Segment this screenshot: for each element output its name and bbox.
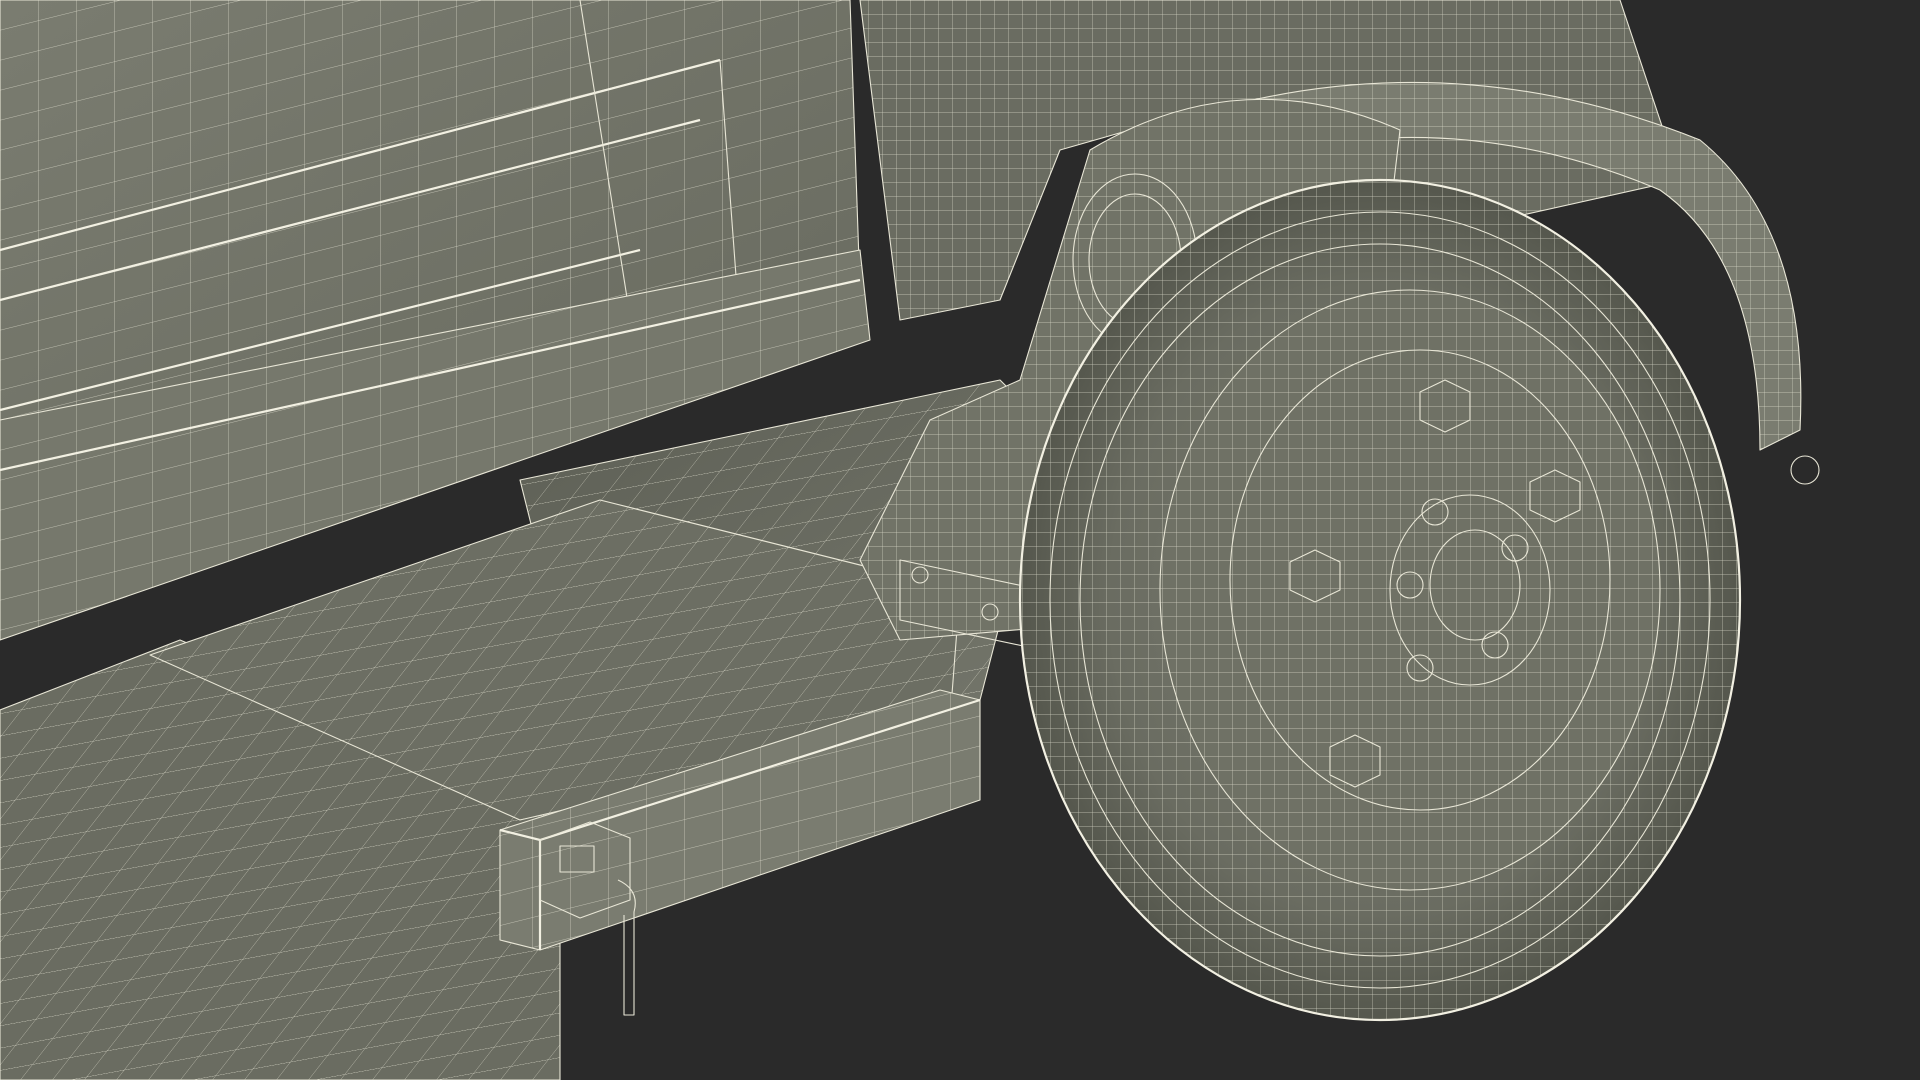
wireframe-render-canvas (0, 0, 1920, 1080)
wireframe-render-scene (0, 0, 1920, 1080)
wheel-rim (1159, 289, 1661, 891)
